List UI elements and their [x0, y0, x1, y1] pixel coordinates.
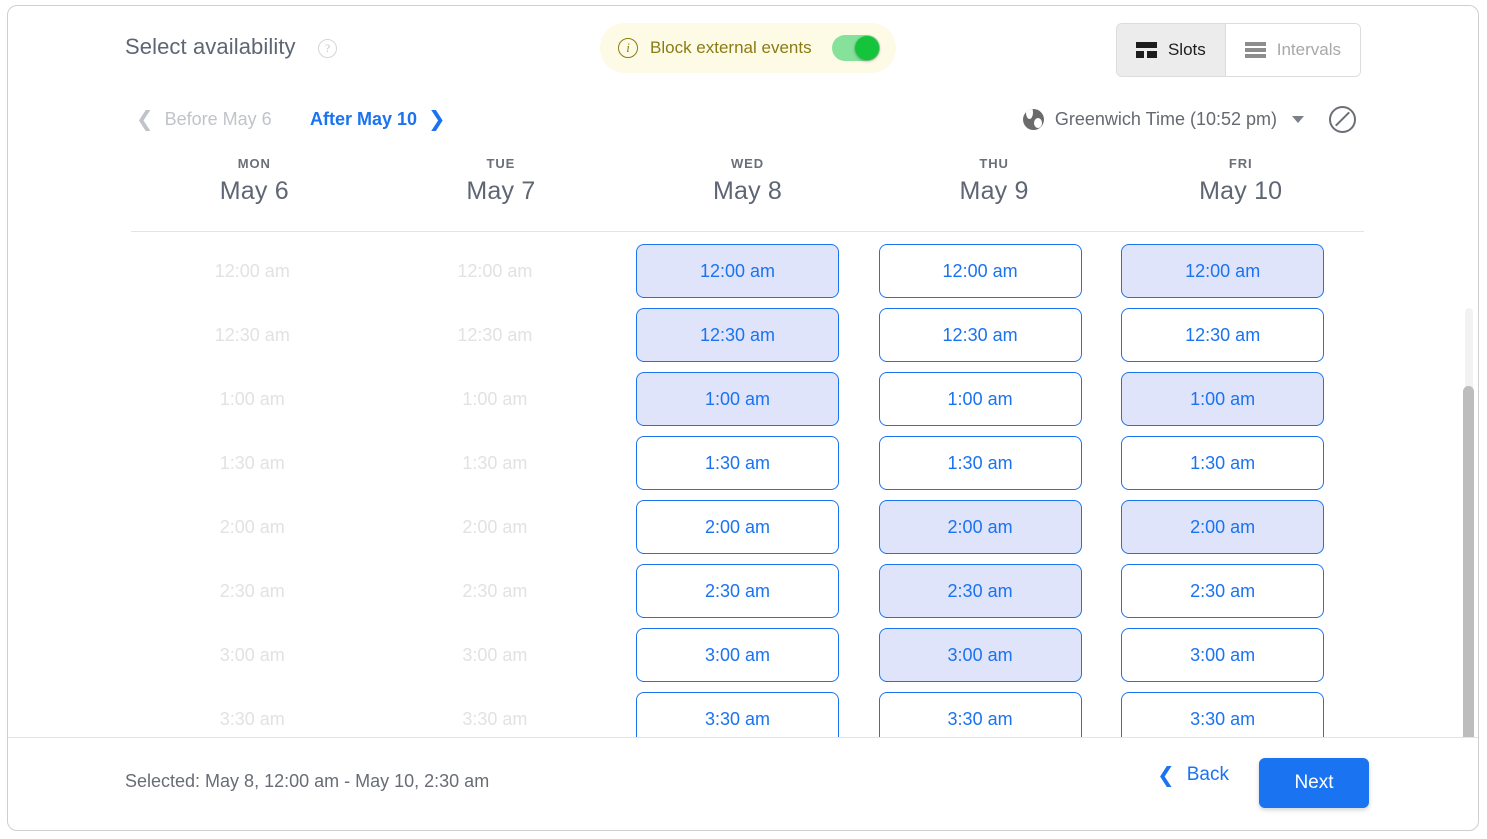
time-slot-disabled: 12:00 am: [214, 260, 290, 281]
tab-slots-label: Slots: [1167, 40, 1206, 59]
info-circle-icon: i: [618, 38, 638, 58]
time-slot[interactable]: 1:30 am: [635, 436, 839, 490]
footer-bar: Selected: May 8, 12:00 am - May 10, 2:30…: [8, 737, 1478, 830]
time-slot[interactable]: 1:30 am: [878, 436, 1082, 490]
time-slot[interactable]: 12:30 am: [1121, 308, 1325, 362]
time-slot-disabled: 3:30 am: [462, 708, 528, 729]
time-slot[interactable]: 2:30 am: [635, 564, 839, 618]
time-slot-disabled: 2:30 am: [462, 580, 528, 601]
time-slot[interactable]: 1:00 am: [1121, 372, 1325, 426]
slot-columns: 12:00 am 12:30 am 1:00 am 1:30 am 2:00 am 2:3…: [131, 232, 1364, 737]
time-slot[interactable]: 2:00 am: [1121, 500, 1325, 554]
slot-column-may-10: 12:00 am 12:30 am 1:00 am 1:30 am 2:00 am 2:3…: [1101, 244, 1344, 737]
time-slot-disabled: 12:00 am: [457, 260, 533, 281]
time-slot[interactable]: 2:30 am: [1121, 564, 1325, 618]
chevron-left-icon: ❮: [1157, 762, 1175, 787]
day-of-week: WED: [730, 156, 764, 171]
selection-summary: Selected: May 8, 12:00 am - May 10, 2:30…: [125, 771, 490, 791]
chevron-left-icon: ❮: [136, 106, 154, 131]
chevron-right-icon: ❯: [428, 106, 446, 131]
scrollbar-thumb[interactable]: [1463, 386, 1474, 737]
time-slot[interactable]: 12:00 am: [635, 244, 839, 298]
time-slot[interactable]: 3:00 am: [1121, 628, 1325, 682]
slot-scroll-area[interactable]: 12:00 am 12:30 am 1:00 am 1:30 am 2:00 am 2:3…: [131, 232, 1381, 737]
day-of-week: TUE: [486, 156, 516, 171]
globe-icon: [1022, 108, 1044, 130]
time-slot-disabled: 1:30 am: [462, 452, 528, 473]
day-header: MON May 6: [131, 148, 378, 206]
tab-slots[interactable]: Slots: [1116, 24, 1225, 76]
day-of-week: MON: [237, 156, 271, 171]
day-header: WED May 8: [624, 148, 871, 206]
slots-grid-icon: [1135, 42, 1157, 58]
day-date: May 7: [466, 177, 536, 205]
time-slot[interactable]: 3:00 am: [635, 628, 839, 682]
view-mode-toggle-group: Slots Intervals: [1115, 23, 1361, 77]
time-slot-disabled: 2:00 am: [462, 516, 528, 537]
time-slot-disabled: 1:00 am: [462, 388, 528, 409]
nav-before-button: ❮ Before May 6: [136, 90, 272, 148]
day-date: May 8: [712, 177, 783, 205]
time-slot-disabled: 1:30 am: [219, 452, 285, 473]
time-slot-disabled: 12:30 am: [457, 324, 533, 345]
time-slot[interactable]: 3:30 am: [878, 692, 1082, 737]
tab-intervals[interactable]: Intervals: [1224, 24, 1360, 76]
day-of-week: FRI: [1228, 156, 1253, 171]
slot-column-may-7: 12:00 am 12:30 am 1:00 am 1:30 am 2:00 am 2:3…: [374, 244, 617, 737]
day-headers: MON May 6 TUE May 7 WED May 8 THU May 9 …: [131, 148, 1364, 206]
time-slot[interactable]: 1:00 am: [878, 372, 1082, 426]
chevron-down-icon[interactable]: [1292, 115, 1304, 123]
block-external-events-toggle[interactable]: [831, 35, 880, 61]
nav-after-label: After May 10: [310, 108, 418, 129]
day-header: TUE May 7: [378, 148, 625, 206]
back-button-label: Back: [1186, 764, 1229, 785]
day-of-week: THU: [979, 156, 1009, 171]
day-date: May 10: [1199, 177, 1283, 205]
time-slot-disabled: 2:00 am: [219, 516, 285, 537]
time-slot[interactable]: 12:30 am: [635, 308, 839, 362]
tab-intervals-label: Intervals: [1276, 40, 1341, 59]
day-header: FRI May 10: [1117, 148, 1364, 206]
nav-after-button[interactable]: After May 10 ❯: [310, 90, 446, 148]
time-slot-disabled: 3:00 am: [219, 644, 285, 665]
no-entry-icon[interactable]: [1329, 105, 1356, 133]
time-slot-disabled: 12:30 am: [214, 324, 290, 345]
help-circle-icon[interactable]: ?: [318, 39, 337, 58]
block-external-events-label: Block external events: [650, 38, 812, 57]
time-slot[interactable]: 3:30 am: [1121, 692, 1325, 737]
timezone-label[interactable]: Greenwich Time (10:52 pm): [1055, 109, 1277, 130]
time-slot-disabled: 1:00 am: [219, 388, 285, 409]
time-slot-disabled: 2:30 am: [219, 580, 285, 601]
timezone-selector[interactable]: Greenwich Time (10:52 pm): [1022, 90, 1356, 148]
day-header: THU May 9: [871, 148, 1118, 206]
back-button[interactable]: ❮ Back: [1157, 764, 1229, 786]
time-slot[interactable]: 2:00 am: [635, 500, 839, 554]
time-slot[interactable]: 2:30 am: [878, 564, 1082, 618]
week-nav-row: ❮ Before May 6 After May 10 ❯ Greenwich …: [8, 90, 1478, 148]
day-date: May 9: [959, 177, 1029, 205]
page-title: Select availability: [125, 34, 296, 59]
time-slot[interactable]: 12:00 am: [878, 244, 1082, 298]
time-slot[interactable]: 3:30 am: [635, 692, 839, 737]
intervals-lines-icon: [1244, 42, 1266, 58]
time-slot[interactable]: 2:00 am: [878, 500, 1082, 554]
slot-column-may-8: 12:00 am 12:30 am 1:00 am 1:30 am 2:00 am 2:3…: [616, 244, 859, 737]
slot-column-may-6: 12:00 am 12:30 am 1:00 am 1:30 am 2:00 am 2:3…: [131, 244, 374, 737]
day-date: May 6: [219, 177, 289, 205]
next-button[interactable]: Next: [1259, 758, 1369, 808]
time-slot[interactable]: 3:00 am: [878, 628, 1082, 682]
time-slot-disabled: 3:00 am: [462, 644, 528, 665]
block-external-events-banner: i Block external events: [600, 23, 896, 73]
time-slot-disabled: 3:30 am: [219, 708, 285, 729]
nav-before-label: Before May 6: [164, 108, 272, 129]
top-bar: Select availability ? i Block external e…: [8, 6, 1478, 90]
time-slot[interactable]: 1:00 am: [635, 372, 839, 426]
slot-column-may-9: 12:00 am 12:30 am 1:00 am 1:30 am 2:00 am 2:3…: [859, 244, 1102, 737]
availability-card: Select availability ? i Block external e…: [7, 5, 1479, 831]
toggle-knob: [854, 36, 879, 60]
availability-grid: MON May 6 TUE May 7 WED May 8 THU May 9 …: [8, 148, 1478, 737]
time-slot[interactable]: 1:30 am: [1121, 436, 1325, 490]
time-slot[interactable]: 12:30 am: [878, 308, 1082, 362]
time-slot[interactable]: 12:00 am: [1121, 244, 1325, 298]
